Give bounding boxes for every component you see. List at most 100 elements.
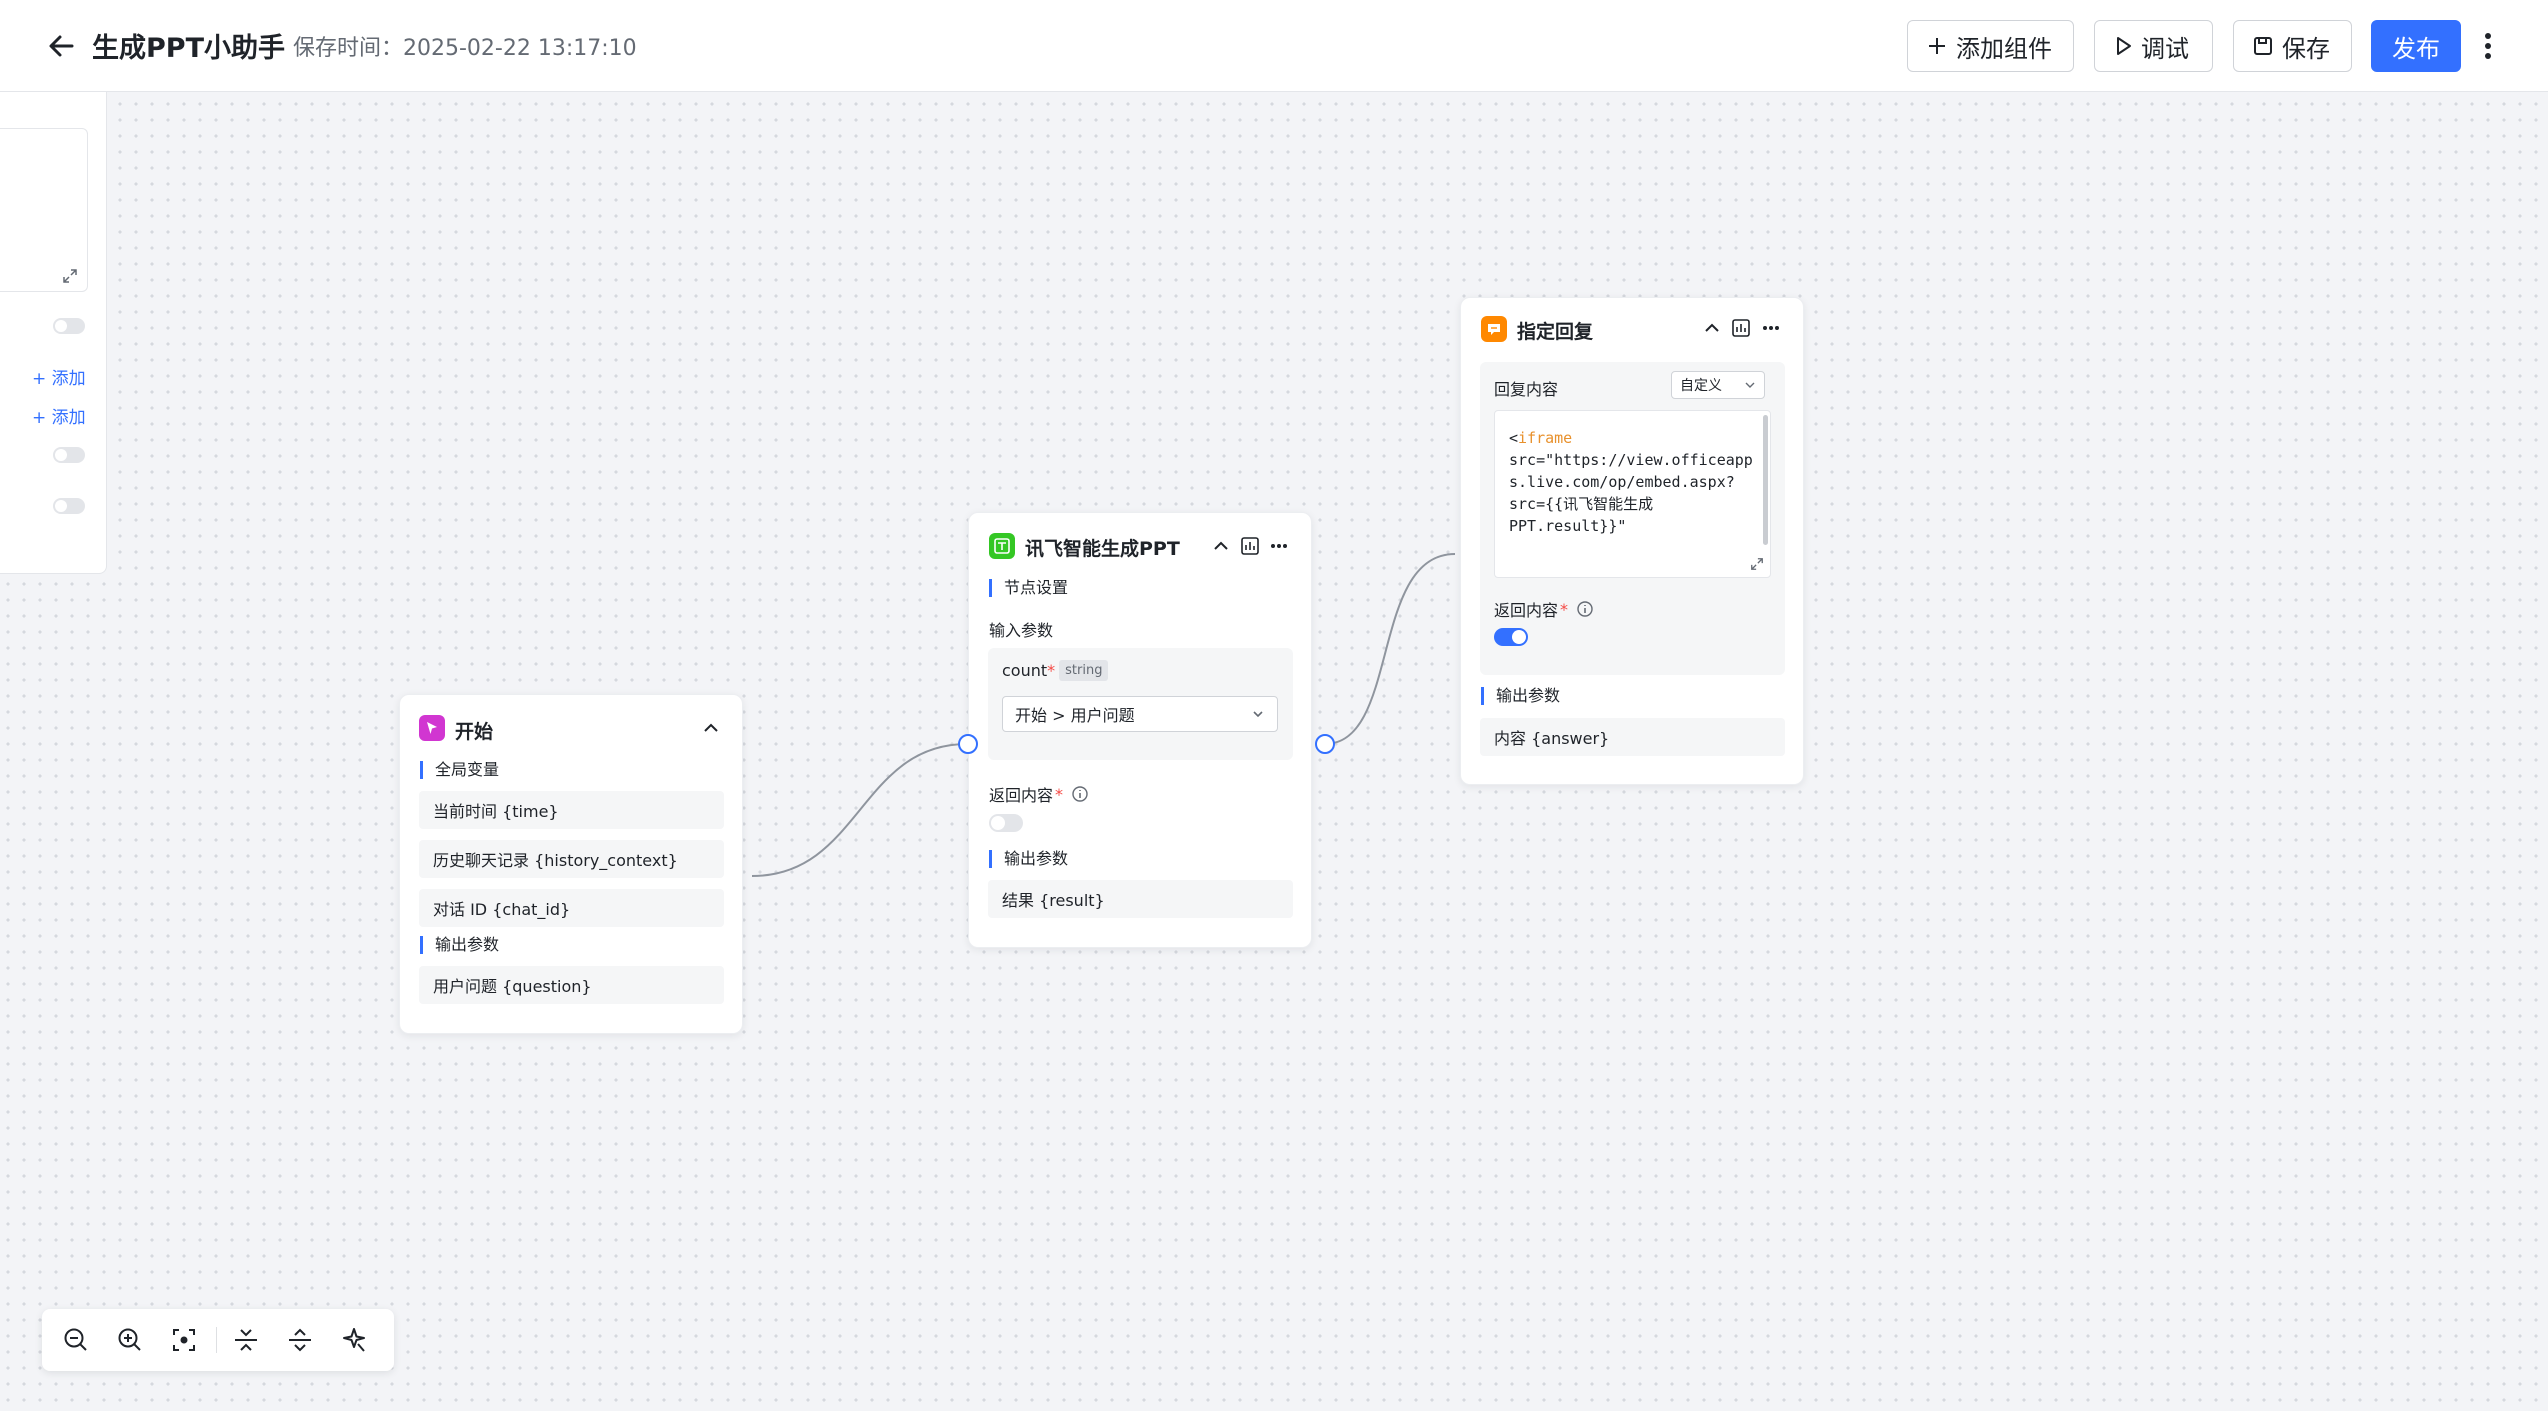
toolbar-separator <box>216 1327 217 1353</box>
left-toggle-1[interactable] <box>53 318 85 334</box>
more-horizontal-icon[interactable] <box>1269 536 1289 556</box>
reply-node-icon <box>1481 316 1507 342</box>
more-horizontal-icon[interactable] <box>1761 318 1781 338</box>
param-value-select[interactable]: 开始 > 用户问题 <box>1002 696 1278 732</box>
code-line-5: PPT.result}}" <box>1509 517 1627 535</box>
param-type-chip: string <box>1059 660 1109 681</box>
ppt-output-result: 结果 {result} <box>988 880 1293 918</box>
left-toggle-3[interactable] <box>53 498 85 514</box>
plus-icon <box>1929 38 1945 54</box>
code-line-2: src="https://view.officeapp <box>1509 451 1753 469</box>
ppt-output-label: 输出参数 <box>989 850 1068 868</box>
required-mark: * <box>1560 599 1569 619</box>
node-stats-icon[interactable] <box>1731 318 1751 338</box>
return-content-row: 返回内容 * <box>989 782 1089 806</box>
specified-reply-node[interactable]: 指定回复 回复内容 自定义 <iframe src="https://view.… <box>1460 297 1804 785</box>
output-port[interactable] <box>1315 734 1335 754</box>
debug-label: 调试 <box>2141 34 2189 63</box>
reply-output-answer: 内容 {answer} <box>1480 718 1785 756</box>
reply-output-label: 输出参数 <box>1481 687 1560 705</box>
ppt-node-icon <box>989 533 1015 559</box>
chevron-down-icon <box>1253 711 1263 718</box>
start-node[interactable]: 开始 全局变量 当前时间 {time} 历史聊天记录 {history_cont… <box>399 694 743 1034</box>
left-add-label-1: 添加 <box>51 369 86 389</box>
start-output-label: 输出参数 <box>420 936 499 954</box>
required-mark: * <box>1047 661 1056 680</box>
collapse-nodes-icon[interactable] <box>232 1326 260 1354</box>
start-output-question: 用户问题 {question} <box>419 966 724 1004</box>
reply-code-editor[interactable]: <iframe src="https://view.officeapp s.li… <box>1494 410 1771 578</box>
start-node-icon <box>419 715 445 741</box>
param-name-row: count * string <box>1002 660 1109 681</box>
expand-icon[interactable] <box>1750 557 1764 571</box>
input-port[interactable] <box>958 734 978 754</box>
cursor-icon <box>427 722 437 734</box>
param-value: 开始 > 用户问题 <box>1015 706 1135 725</box>
left-add-label-2: 添加 <box>51 408 86 428</box>
more-vertical-icon[interactable] <box>2478 30 2498 62</box>
param-name: count <box>1002 661 1048 680</box>
edge-ppt-to-reply <box>1324 553 1456 745</box>
collapse-icon[interactable] <box>1703 319 1721 337</box>
code-line-1: <iframe <box>1509 427 1756 449</box>
global-var-history: 历史聊天记录 {history_context} <box>419 840 724 878</box>
zoom-out-icon[interactable] <box>62 1326 90 1354</box>
left-add-link-1[interactable]: + 添加 <box>32 364 86 389</box>
ppt-generation-node[interactable]: 讯飞智能生成PPT 节点设置 输入参数 count * string 开始 > 用… <box>958 512 1335 948</box>
start-node-title: 开始 <box>455 721 494 743</box>
publish-label: 发布 <box>2392 34 2440 63</box>
code-tag-name: iframe <box>1518 429 1573 447</box>
left-toggle-2[interactable] <box>53 447 85 463</box>
return-content-toggle[interactable] <box>989 814 1023 832</box>
collapse-icon[interactable] <box>702 719 720 737</box>
info-icon[interactable] <box>1576 600 1594 618</box>
reply-mode-select[interactable]: 自定义 <box>1671 371 1765 399</box>
left-settings-panel: + 添加 + 添加 <box>0 92 107 574</box>
code-open-bracket: < <box>1509 429 1519 447</box>
add-component-button[interactable]: 添加组件 <box>1907 20 2074 72</box>
left-add-link-2[interactable]: + 添加 <box>32 403 86 428</box>
top-header: 生成PPT小助手 保存时间：2025-02-22 13:17:10 添加组件 调… <box>0 0 2548 92</box>
info-icon[interactable] <box>1071 785 1089 803</box>
node-stats-icon[interactable] <box>1240 536 1260 556</box>
ppt-tool-icon <box>994 538 1010 554</box>
reply-node-title: 指定回复 <box>1517 321 1594 343</box>
edge-start-to-ppt <box>751 743 968 877</box>
expand-icon[interactable] <box>62 268 78 284</box>
reply-mode-value: 自定义 <box>1680 378 1722 394</box>
reply-content-label: 回复内容 <box>1494 380 1559 399</box>
global-var-time: 当前时间 {time} <box>419 791 724 829</box>
message-icon <box>1488 324 1500 335</box>
expand-nodes-icon[interactable] <box>286 1326 314 1354</box>
save-disk-icon <box>2254 37 2272 55</box>
chevron-down-icon <box>1745 382 1755 388</box>
reply-return-label: 返回内容 <box>1494 601 1559 620</box>
input-param-box: count * string 开始 > 用户问题 <box>988 648 1293 760</box>
reply-content-box: 回复内容 自定义 <iframe src="https://view.offic… <box>1480 362 1785 675</box>
return-content-label: 返回内容 <box>989 786 1054 805</box>
add-component-label: 添加组件 <box>1956 34 2052 63</box>
fit-view-icon[interactable] <box>170 1326 198 1354</box>
node-settings-label: 节点设置 <box>989 579 1068 597</box>
input-params-label: 输入参数 <box>989 621 1054 640</box>
global-vars-label: 全局变量 <box>420 761 499 779</box>
save-button[interactable]: 保存 <box>2233 20 2352 72</box>
collapse-icon[interactable] <box>1212 537 1230 555</box>
code-line-3: s.live.com/op/embed.aspx? <box>1509 473 1735 491</box>
zoom-in-icon[interactable] <box>116 1326 144 1354</box>
reply-return-toggle[interactable] <box>1494 628 1528 646</box>
app-title: 生成PPT小助手 <box>92 33 285 64</box>
reply-return-row: 返回内容 * <box>1494 597 1594 621</box>
publish-button[interactable]: 发布 <box>2371 20 2461 72</box>
canvas-toolbar <box>42 1309 394 1371</box>
back-arrow-icon[interactable] <box>46 28 78 64</box>
save-time: 保存时间：2025-02-22 13:17:10 <box>293 36 637 61</box>
magic-layout-icon[interactable] <box>340 1326 368 1354</box>
code-scrollbar[interactable] <box>1763 415 1768 545</box>
code-line-4: src={{讯飞智能生成 <box>1509 495 1654 513</box>
ppt-node-title: 讯飞智能生成PPT <box>1025 538 1180 560</box>
play-icon <box>2117 37 2131 55</box>
global-var-chat-id: 对话 ID {chat_id} <box>419 889 724 927</box>
save-label: 保存 <box>2282 34 2330 63</box>
debug-button[interactable]: 调试 <box>2094 20 2213 72</box>
